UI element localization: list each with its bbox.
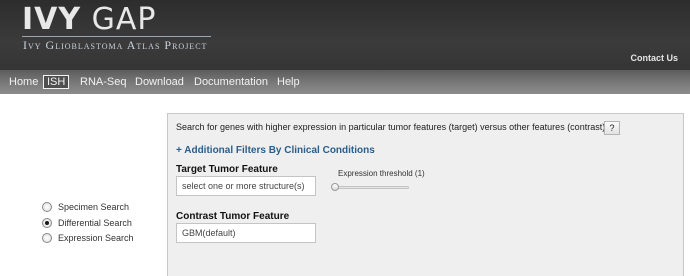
- specimen-search-label: Specimen Search: [58, 202, 130, 212]
- target-feature-input[interactable]: select one or more structure(s): [176, 176, 316, 196]
- expression-search-label: Expression Search: [58, 233, 134, 243]
- specimen-search-radio[interactable]: [42, 202, 52, 212]
- nav-help[interactable]: Help: [277, 76, 300, 88]
- differential-search-radio[interactable]: [42, 218, 52, 228]
- differential-search-option[interactable]: Differential Search: [42, 218, 132, 228]
- logo-title-bold: IVY: [22, 2, 82, 37]
- nav-documentation[interactable]: Documentation: [194, 76, 268, 88]
- main-nav: Home ISH RNA-Seq Download Documentation …: [0, 70, 690, 94]
- additional-filters-link[interactable]: + Additional Filters By Clinical Conditi…: [176, 145, 375, 156]
- expression-search-option[interactable]: Expression Search: [42, 233, 134, 243]
- contrast-feature-input[interactable]: GBM(default): [176, 223, 316, 243]
- target-feature-label: Target Tumor Feature: [176, 164, 278, 175]
- specimen-search-option[interactable]: Specimen Search: [42, 202, 129, 212]
- help-button[interactable]: ?: [604, 121, 620, 135]
- panel-description: Search for genes with higher expression …: [176, 122, 606, 132]
- logo-divider: [22, 36, 211, 37]
- logo-title-rest: GAP: [91, 2, 157, 37]
- site-header: IVY GAP Ivy Glioblastoma Atlas Project C…: [0, 0, 690, 70]
- expression-threshold-track[interactable]: [334, 186, 409, 189]
- expression-search-radio[interactable]: [42, 233, 52, 243]
- nav-rna-seq[interactable]: RNA-Seq: [80, 76, 126, 88]
- nav-download[interactable]: Download: [135, 76, 184, 88]
- differential-search-panel: Search for genes with higher expression …: [167, 113, 684, 276]
- logo-subtitle: Ivy Glioblastoma Atlas Project: [23, 38, 208, 52]
- differential-search-label: Differential Search: [58, 218, 132, 228]
- contrast-feature-label: Contrast Tumor Feature: [176, 211, 290, 222]
- contact-us-link[interactable]: Contact Us: [630, 53, 678, 63]
- site-logo[interactable]: IVY GAP: [22, 2, 157, 37]
- expression-threshold-label: Expression threshold (1): [338, 169, 425, 178]
- expression-threshold-handle[interactable]: [331, 183, 339, 191]
- nav-home[interactable]: Home: [9, 76, 38, 88]
- nav-ish[interactable]: ISH: [43, 75, 70, 89]
